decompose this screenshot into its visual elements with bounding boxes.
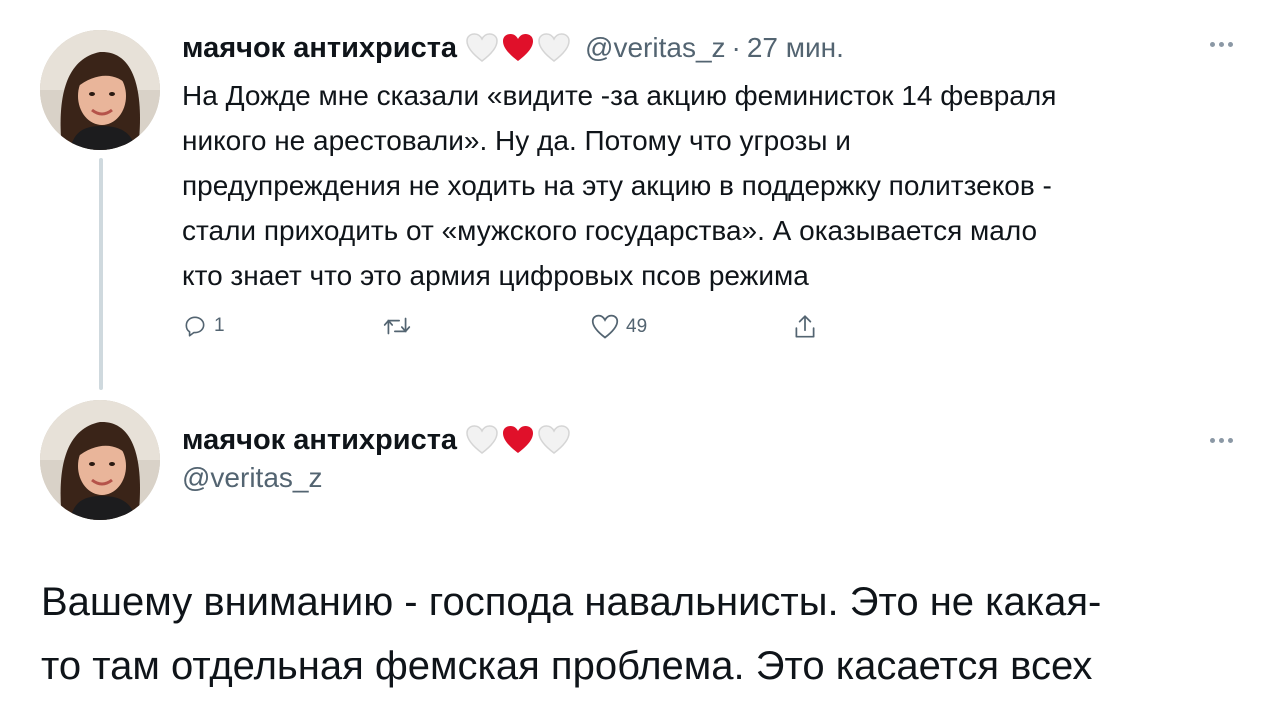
tweet-header: маячок антихриста (182, 420, 571, 460)
share-icon (795, 315, 815, 338)
tweet-text-line: никого не арестовали». Ну да. Потому что… (182, 125, 851, 156)
tweet-text-line: то там отдельная фемская проблема. Это к… (41, 644, 1093, 688)
tweet-text: На Дожде мне сказали «видите -за акцию ф… (182, 73, 1252, 298)
tweet-time[interactable]: 27 мин. (747, 32, 844, 64)
author-name[interactable]: маячок антихриста (182, 424, 457, 457)
tweet-text-line: предупреждения не ходить на эту акцию в … (182, 170, 1052, 201)
retweet-icon (383, 317, 411, 335)
more-dots-icon[interactable] (1210, 42, 1233, 47)
heart-outline-icon (591, 314, 619, 339)
retweet-button[interactable] (382, 313, 418, 339)
thread-connector-line (99, 158, 103, 390)
like-button[interactable]: 49 (590, 313, 647, 341)
red-heart-icon (503, 34, 534, 61)
tweet-text-line: стали приходить от «мужского государства… (182, 215, 1038, 246)
avatar[interactable] (40, 400, 160, 520)
reply-count: 1 (214, 315, 225, 336)
tweet-header: маячок антихриста @veritas_z · 27 мин. (182, 28, 844, 68)
separator-dot: · (731, 32, 741, 63)
author-handle[interactable]: @veritas_z (585, 32, 725, 64)
white-heart-icon (538, 425, 570, 454)
tweet-text-line: Вашему вниманию - господа навальнисты. Э… (41, 580, 1102, 624)
reply-button[interactable]: 1 (182, 313, 225, 339)
tweet-text-line: На Дожде мне сказали «видите -за акцию ф… (182, 80, 1057, 111)
tweet-text-line: кто знает что это армия цифровых псов ре… (182, 260, 809, 291)
author-name[interactable]: маячок антихриста (182, 32, 457, 65)
white-heart-icon (538, 33, 570, 62)
author-handle[interactable]: @veritas_z (182, 462, 322, 494)
white-heart-icon (466, 425, 498, 454)
avatar[interactable] (40, 30, 160, 150)
name-emoji-group (465, 424, 571, 456)
share-button[interactable] (792, 313, 818, 341)
like-count: 49 (626, 316, 648, 337)
name-emoji-group (465, 32, 571, 64)
comment-icon (185, 316, 205, 337)
white-heart-icon (466, 33, 498, 62)
tweet-text: Вашему вниманию - господа навальнисты. Э… (41, 570, 1261, 698)
more-dots-icon[interactable] (1210, 438, 1233, 443)
red-heart-icon (503, 426, 534, 453)
